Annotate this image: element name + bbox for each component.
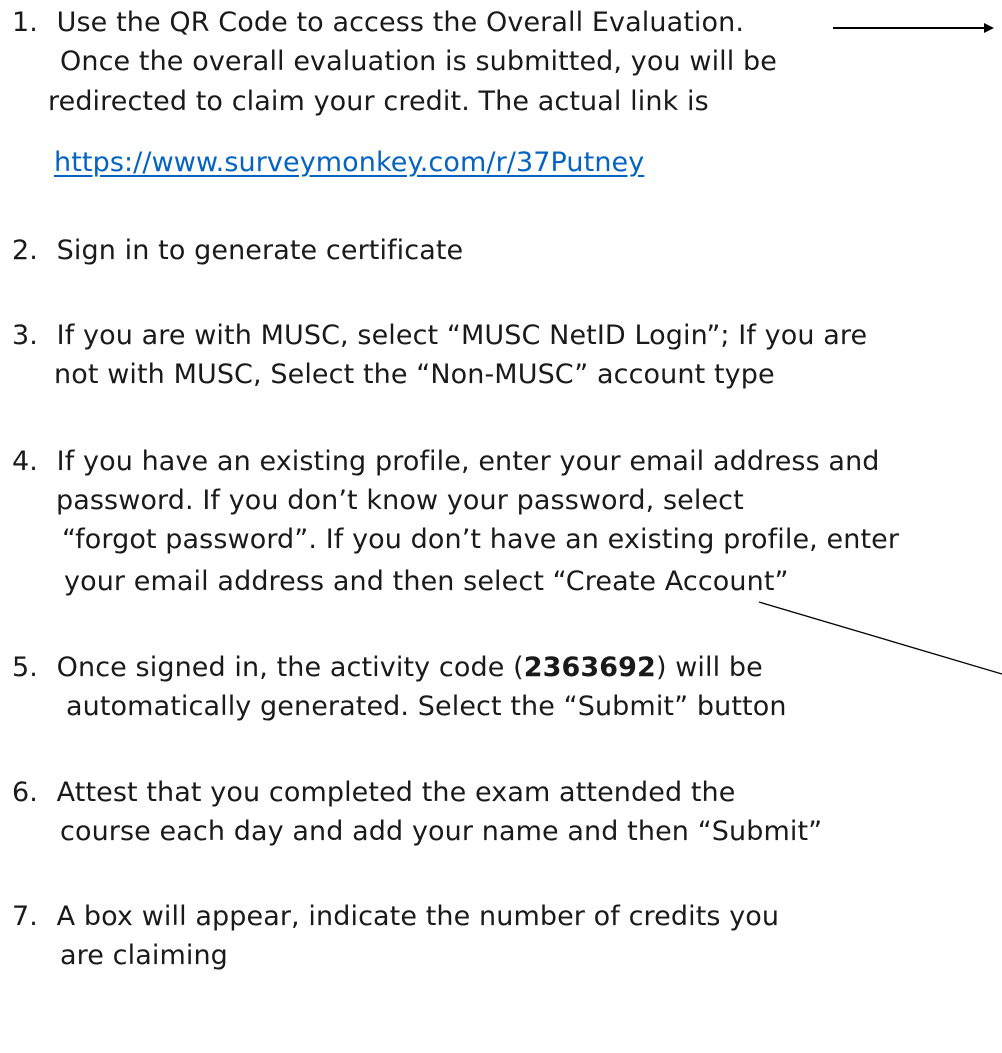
step-1-number: 1.	[12, 7, 38, 38]
step-6-number: 6.	[12, 777, 38, 808]
step-5-line-1: 5. Once signed in, the activity code (23…	[12, 651, 763, 685]
step-7-line-2: are claiming	[60, 940, 228, 971]
step-5-line-2: automatically generated. Select the “Sub…	[66, 691, 787, 722]
step-4-text-1: If you have an existing profile, enter y…	[56, 446, 880, 477]
step-4-number: 4.	[12, 446, 38, 477]
step-6-line-1: 6. Attest that you completed the exam at…	[12, 776, 735, 810]
step-5-text-after: ) will be	[655, 652, 763, 683]
step-1-text-1: Use the QR Code to access the Overall Ev…	[56, 7, 745, 38]
step-7-text-1: A box will appear, indicate the number o…	[56, 901, 780, 932]
survey-link[interactable]: https://www.surveymonkey.com/r/37Putney	[54, 146, 644, 180]
step-4-line-4: your email address and then select “Crea…	[64, 566, 789, 597]
step-1-line-2: Once the overall evaluation is submitted…	[60, 46, 778, 77]
instructions-page: 1. Use the QR Code to access the Overall…	[0, 0, 1002, 1053]
step-1-line-3: redirected to claim your credit. The act…	[48, 86, 709, 117]
arrow-right-icon	[833, 23, 994, 33]
step-4-line-2: password. If you don’t know your passwor…	[56, 485, 744, 516]
callout-line	[758, 601, 1002, 675]
step-3-number: 3.	[12, 320, 38, 351]
step-3-line-2: not with MUSC, Select the “Non-MUSC” acc…	[54, 359, 775, 390]
step-4-line-3: “forgot password”. If you don’t have an …	[62, 524, 900, 555]
step-2-number: 2.	[12, 235, 38, 266]
step-7-number: 7.	[12, 901, 38, 932]
activity-code: 2363692	[523, 652, 656, 683]
step-2: 2. Sign in to generate certificate	[12, 234, 463, 268]
step-6-line-2: course each day and add your name and th…	[60, 816, 823, 847]
step-5-text-before: Once signed in, the activity code (	[56, 652, 524, 683]
step-7-line-1: 7. A box will appear, indicate the numbe…	[12, 900, 779, 934]
step-4-line-1: 4. If you have an existing profile, ente…	[12, 445, 880, 479]
step-3-text-1: If you are with MUSC, select “MUSC NetID…	[56, 320, 868, 351]
step-5-number: 5.	[12, 652, 38, 683]
step-2-text: Sign in to generate certificate	[56, 235, 464, 266]
step-6-text-1: Attest that you completed the exam atten…	[56, 777, 736, 808]
step-1-line-1: 1. Use the QR Code to access the Overall…	[12, 6, 744, 40]
step-3-line-1: 3. If you are with MUSC, select “MUSC Ne…	[12, 319, 867, 353]
